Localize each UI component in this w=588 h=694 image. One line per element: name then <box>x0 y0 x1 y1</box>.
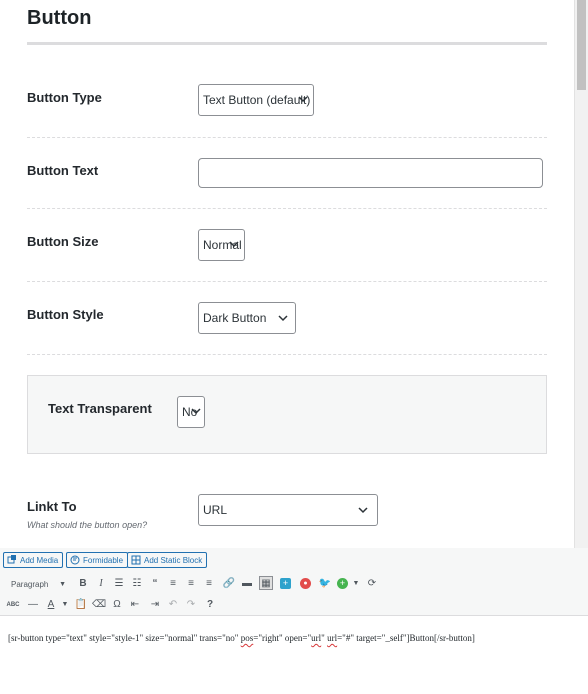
scrollbar-thumb[interactable] <box>577 0 586 90</box>
italic-icon[interactable]: I <box>94 577 108 591</box>
bullet-list-icon[interactable]: ☰ <box>112 577 126 591</box>
classic-editor: Add Media Formidable Add Static Block Pa… <box>0 548 588 694</box>
shortcode-url: url <box>327 633 338 643</box>
row-divider <box>27 137 547 138</box>
indent-icon[interactable]: ⇥ <box>148 598 162 612</box>
plus-square-icon[interactable]: + <box>280 578 291 589</box>
redo-icon[interactable]: ↷ <box>184 598 198 612</box>
blockquote-icon[interactable]: “ <box>148 577 162 591</box>
format-select[interactable]: Paragraph ▼ <box>6 577 68 591</box>
grid-icon <box>131 555 141 565</box>
chevron-down-icon <box>229 241 239 248</box>
special-char-icon[interactable]: Ω <box>110 598 124 612</box>
add-circle-icon[interactable]: + <box>337 578 348 589</box>
media-icon <box>7 555 16 564</box>
shortcode-text: ="#" target="_self"]Button[/sr-button] <box>337 633 475 643</box>
shortcode-pos: pos <box>240 633 254 643</box>
button-text-input[interactable] <box>198 158 543 188</box>
button-style-select[interactable]: Dark Button <box>198 302 296 334</box>
chevron-down-icon <box>191 408 201 415</box>
formidable-button[interactable]: Formidable <box>66 552 129 568</box>
add-static-block-label: Add Static Block <box>144 556 203 565</box>
section-title: Button <box>27 7 92 29</box>
add-static-block-button[interactable]: Add Static Block <box>127 552 208 568</box>
shortcode-url: url <box>311 633 322 643</box>
button-style-label: Button Style <box>27 307 104 322</box>
spellcheck-icon[interactable]: ABC <box>6 598 20 612</box>
read-more-icon[interactable]: ▬ <box>240 577 254 591</box>
text-transparent-box: Text Transparent No <box>27 375 547 454</box>
horizontal-line-icon[interactable]: — <box>26 598 40 612</box>
caret-down-icon[interactable]: ▼ <box>58 598 72 612</box>
button-settings-panel: Button Button Type Text Button (default)… <box>0 0 574 548</box>
align-left-icon[interactable]: ≡ <box>166 577 180 591</box>
button-type-value: Text Button (default) <box>203 93 311 107</box>
format-select-value: Paragraph <box>11 580 49 589</box>
link-icon[interactable]: 🔗 <box>222 577 236 591</box>
text-color-icon[interactable]: A <box>44 598 58 612</box>
link-to-select[interactable]: URL <box>198 494 378 526</box>
link-to-value: URL <box>203 503 228 517</box>
toolbar-toggle-icon[interactable]: ▦ <box>259 576 273 590</box>
media-buttons-bar: Add Media Formidable Add Static Block <box>0 548 588 572</box>
title-divider <box>27 42 547 45</box>
align-right-icon[interactable]: ≡ <box>202 577 216 591</box>
outdent-icon[interactable]: ⇤ <box>128 598 142 612</box>
text-transparent-label: Text Transparent <box>48 401 152 416</box>
button-size-label: Button Size <box>27 234 99 249</box>
chevron-down-icon <box>358 507 368 514</box>
numbered-list-icon[interactable]: ☷ <box>130 577 144 591</box>
formidable-icon <box>70 555 80 565</box>
text-transparent-select[interactable]: No <box>177 396 205 428</box>
add-media-button[interactable]: Add Media <box>3 552 64 568</box>
formidable-label: Formidable <box>83 556 124 565</box>
button-type-label: Button Type <box>27 90 102 105</box>
circle-red-icon[interactable]: ● <box>300 578 311 589</box>
chevron-down-icon <box>278 315 288 322</box>
editor-content[interactable]: [sr-button type="text" style="style-1" s… <box>8 633 475 643</box>
undo-icon[interactable]: ↶ <box>166 598 180 612</box>
button-text-label: Button Text <box>27 163 99 178</box>
button-style-value: Dark Button <box>203 311 267 325</box>
scrollbar[interactable] <box>574 0 588 548</box>
row-divider <box>27 354 547 355</box>
clear-format-icon[interactable]: ⌫ <box>92 598 106 612</box>
row-divider <box>27 281 547 282</box>
paste-text-icon[interactable]: 📋 <box>74 598 88 612</box>
button-type-select[interactable]: Text Button (default) <box>198 84 314 116</box>
row-divider <box>27 208 547 209</box>
align-center-icon[interactable]: ≡ <box>184 577 198 591</box>
help-icon[interactable]: ? <box>203 598 217 612</box>
refresh-icon[interactable]: ⟳ <box>365 577 379 591</box>
button-size-select[interactable]: Normal <box>198 229 245 261</box>
twitter-icon[interactable]: 🐦 <box>318 577 332 591</box>
add-media-label: Add Media <box>20 556 59 565</box>
shortcode-text: ="right" open=" <box>253 633 312 643</box>
caret-down-icon[interactable]: ▼ <box>349 577 363 591</box>
chevron-down-icon <box>298 96 308 103</box>
bold-icon[interactable]: B <box>76 577 90 591</box>
shortcode-text: [sr-button type="text" style="style-1" s… <box>8 633 241 643</box>
caret-down-icon: ▼ <box>59 581 66 588</box>
link-to-label: Linkt To <box>27 499 77 514</box>
link-to-description: What should the button open? <box>27 520 148 530</box>
